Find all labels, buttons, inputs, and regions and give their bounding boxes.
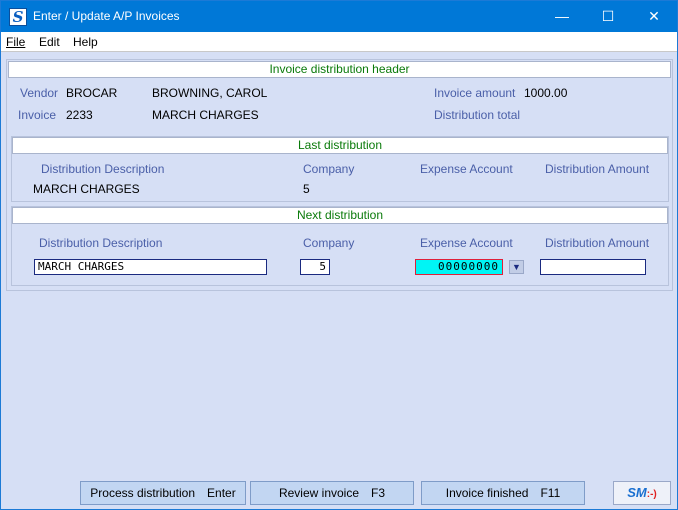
title-bar[interactable]: S Enter / Update A/P Invoices — ☐ ✕ bbox=[1, 1, 677, 32]
invoice-amount: 1000.00 bbox=[524, 86, 568, 100]
window-title: Enter / Update A/P Invoices bbox=[33, 9, 180, 23]
invoice-description: MARCH CHARGES bbox=[152, 108, 259, 122]
finished-key: F11 bbox=[540, 486, 561, 500]
next-col-company: Company bbox=[303, 236, 355, 250]
invoice-finished-button[interactable]: Invoice finished F11 bbox=[421, 481, 585, 505]
review-key: F3 bbox=[371, 486, 386, 500]
maximize-icon[interactable]: ☐ bbox=[585, 1, 631, 32]
chevron-down-icon[interactable]: ▼ bbox=[509, 260, 524, 274]
distribution-panel: Invoice distribution header Vendor BROCA… bbox=[6, 59, 673, 291]
next-distribution-title: Next distribution bbox=[12, 207, 668, 224]
distribution-total-label: Distribution total bbox=[434, 108, 521, 122]
last-description-value: MARCH CHARGES bbox=[33, 182, 140, 196]
finished-label: Invoice finished bbox=[445, 486, 529, 500]
app-icon[interactable]: S bbox=[9, 8, 27, 26]
review-invoice-button[interactable]: Review invoice F3 bbox=[250, 481, 414, 505]
vendor-label: Vendor bbox=[20, 86, 59, 100]
expense-account-input[interactable]: 00000000 bbox=[415, 259, 503, 275]
header-section-title: Invoice distribution header bbox=[8, 61, 671, 78]
invoice-amount-label: Invoice amount bbox=[434, 86, 516, 100]
last-col-description: Distribution Description bbox=[41, 162, 165, 176]
last-col-amount: Distribution Amount bbox=[545, 162, 650, 176]
menu-bar: File Edit Help bbox=[1, 32, 677, 52]
sm-logo[interactable]: SM:-) bbox=[613, 481, 671, 505]
last-distribution-title: Last distribution bbox=[12, 137, 668, 154]
process-distribution-button[interactable]: Process distribution Enter bbox=[80, 481, 246, 505]
sm-logo-text: SM bbox=[627, 485, 647, 500]
invoice-label: Invoice bbox=[18, 108, 57, 122]
last-company-value: 5 bbox=[303, 182, 310, 196]
next-distribution-panel: Next distribution Distribution Descripti… bbox=[11, 206, 669, 286]
vendor-code: BROCAR bbox=[66, 86, 118, 100]
last-distribution-panel: Last distribution Distribution Descripti… bbox=[11, 136, 669, 202]
review-label: Review invoice bbox=[278, 486, 360, 500]
close-icon[interactable]: ✕ bbox=[631, 1, 677, 32]
company-input[interactable]: 5 bbox=[300, 259, 330, 275]
next-col-description: Distribution Description bbox=[39, 236, 163, 250]
process-label: Process distribution bbox=[90, 486, 196, 500]
next-col-amount: Distribution Amount bbox=[545, 236, 650, 250]
distribution-amount-input[interactable] bbox=[540, 259, 646, 275]
invoice-number: 2233 bbox=[66, 108, 93, 122]
description-input[interactable]: MARCH CHARGES bbox=[34, 259, 267, 275]
app-window: S Enter / Update A/P Invoices — ☐ ✕ File… bbox=[0, 0, 678, 510]
menu-help[interactable]: Help bbox=[73, 35, 98, 49]
next-col-expense: Expense Account bbox=[420, 236, 513, 250]
vendor-name: BROWNING, CAROL bbox=[152, 86, 268, 100]
menu-file[interactable]: File bbox=[6, 35, 25, 49]
process-key: Enter bbox=[207, 486, 236, 500]
last-col-company: Company bbox=[303, 162, 355, 176]
menu-edit[interactable]: Edit bbox=[39, 35, 60, 49]
last-col-expense: Expense Account bbox=[420, 162, 513, 176]
minimize-icon[interactable]: — bbox=[539, 1, 585, 32]
smile-icon: :-) bbox=[646, 489, 657, 500]
